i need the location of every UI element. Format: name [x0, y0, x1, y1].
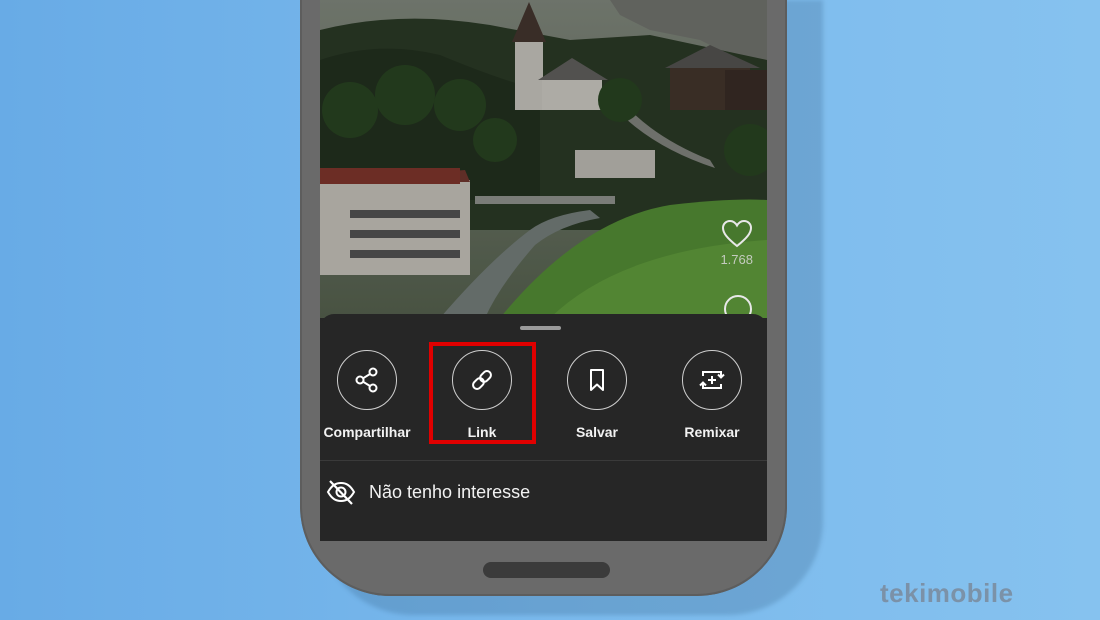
- sheet-divider: [320, 460, 767, 461]
- link-label: Link: [467, 424, 497, 440]
- remix-button[interactable]: Remixar: [662, 350, 762, 440]
- share-icon: [355, 367, 378, 393]
- share-button[interactable]: Compartilhar: [320, 350, 417, 440]
- sheet-drag-handle[interactable]: [520, 326, 561, 330]
- like-action[interactable]: 1.768: [720, 220, 753, 267]
- save-button[interactable]: Salvar: [547, 350, 647, 440]
- link-icon-circle: [452, 350, 512, 410]
- remix-icon-circle: [682, 350, 742, 410]
- not-interested-button[interactable]: Não tenho interesse: [326, 474, 530, 510]
- bookmark-icon-circle: [567, 350, 627, 410]
- save-label: Salvar: [575, 424, 619, 440]
- home-button-bar[interactable]: [483, 562, 610, 578]
- not-interested-label: Não tenho interesse: [369, 481, 531, 502]
- heart-icon: [721, 220, 752, 248]
- share-actions-row: Compartilhar Link Salvar Remixar: [320, 350, 767, 450]
- eye-off-icon: [326, 480, 356, 505]
- remix-icon: [699, 371, 725, 389]
- remix-label: Remixar: [684, 424, 740, 440]
- phone-screen: 1.768 Compartilhar Link Salvar Remixar N…: [320, 0, 767, 541]
- like-count: 1.768: [720, 252, 753, 267]
- bookmark-icon: [590, 369, 604, 391]
- landscape-image: [320, 0, 767, 318]
- share-bottom-sheet: Compartilhar Link Salvar Remixar Não ten…: [320, 314, 767, 541]
- video-thumbnail[interactable]: 1.768: [320, 0, 767, 318]
- link-icon: [472, 370, 492, 390]
- share-label: Compartilhar: [323, 424, 411, 440]
- link-button[interactable]: Link: [432, 350, 532, 440]
- share-icon-circle: [337, 350, 397, 410]
- watermark: tekimobile: [880, 578, 1014, 608]
